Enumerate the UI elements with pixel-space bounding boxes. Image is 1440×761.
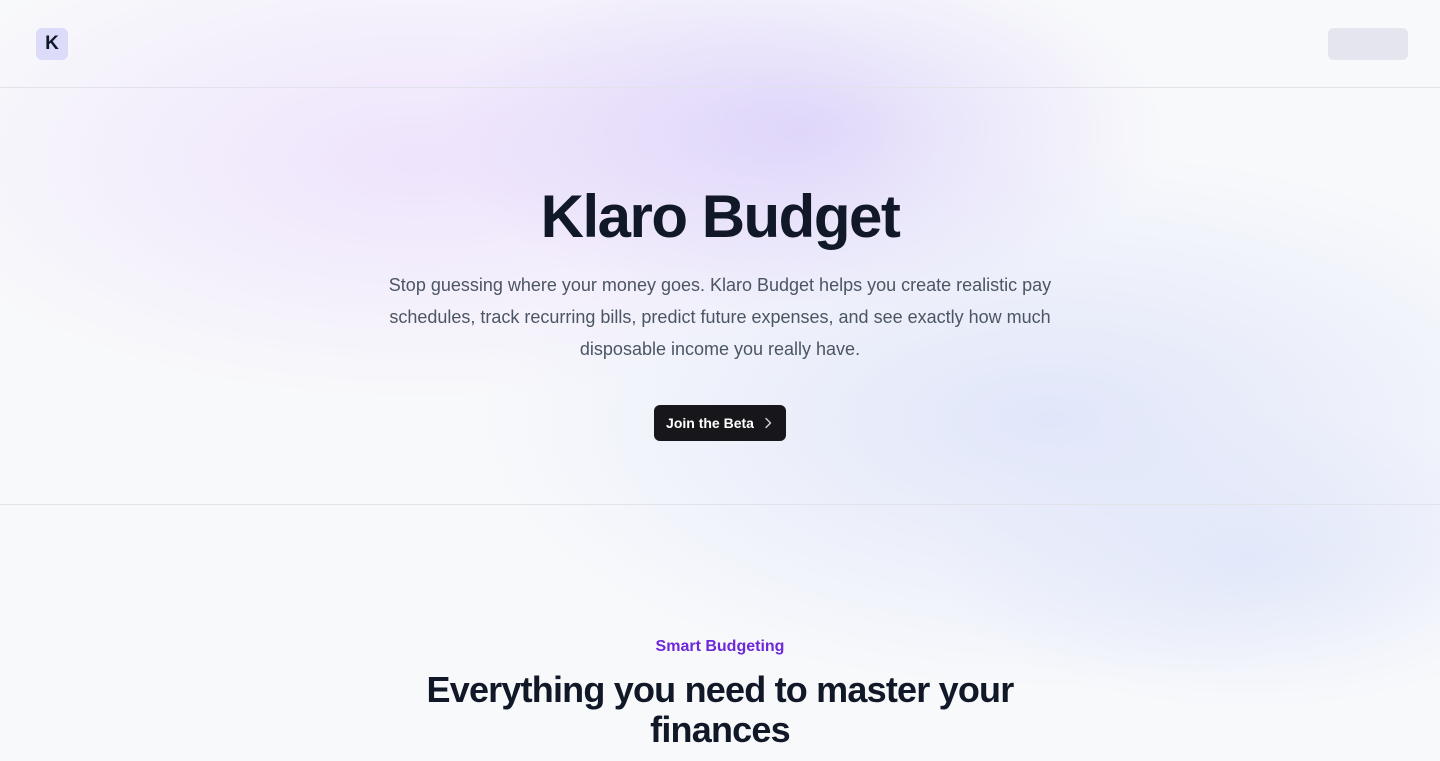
- header-action-button-placeholder[interactable]: [1328, 28, 1408, 60]
- hero-subtitle: Stop guessing where your money goes. Kla…: [388, 275, 1052, 359]
- join-beta-label: Join the Beta: [666, 415, 754, 431]
- hero-section: Klaro Budget Stop guessing where your mo…: [0, 89, 1440, 505]
- features-eyebrow: Smart Budgeting: [655, 638, 785, 655]
- site-header: K: [0, 0, 1440, 88]
- logo[interactable]: K: [36, 28, 68, 60]
- hero-title: Klaro Budget: [540, 183, 901, 250]
- landing-page: K Klaro Budget Stop guessing where your …: [0, 0, 1440, 761]
- logo-letter: K: [45, 33, 59, 54]
- features-title: Everything you need to master your finan…: [426, 669, 1015, 750]
- features-section: Smart Budgeting Everything you need to m…: [0, 506, 1440, 761]
- join-beta-button[interactable]: Join the Beta: [654, 405, 786, 441]
- chevron-right-icon: [762, 417, 774, 429]
